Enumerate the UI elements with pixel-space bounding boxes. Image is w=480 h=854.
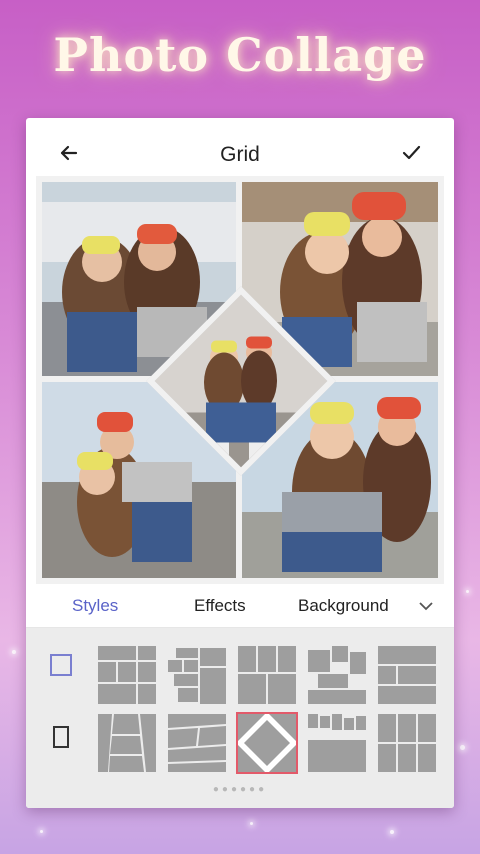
page-indicator: ●●●●●● — [212, 784, 268, 795]
tab-background[interactable]: Background — [298, 596, 389, 616]
ratio-square-button[interactable] — [50, 654, 72, 676]
layout-option[interactable] — [308, 646, 366, 704]
sparkle-decoration — [40, 830, 43, 833]
sparkle-decoration — [466, 590, 469, 593]
collage-canvas[interactable] — [36, 176, 444, 584]
sparkle-decoration — [460, 745, 465, 750]
sparkle-decoration — [390, 830, 394, 834]
layout-option[interactable] — [238, 646, 296, 704]
sparkle-decoration — [250, 822, 253, 825]
layout-option[interactable] — [168, 714, 226, 772]
app-screen: Grid Styles Effects Background ●●●●●● — [26, 118, 454, 808]
layout-option-selected[interactable] — [236, 712, 298, 774]
layout-option[interactable] — [378, 646, 436, 704]
layout-option[interactable] — [98, 714, 156, 772]
layout-option[interactable] — [308, 714, 366, 772]
sparkle-decoration — [12, 650, 16, 654]
layout-option[interactable] — [168, 646, 226, 704]
app-bar: Grid — [26, 118, 454, 178]
tab-bar: Styles Effects Background — [26, 584, 454, 628]
styles-panel: ●●●●●● — [26, 628, 454, 808]
layout-option[interactable] — [98, 646, 156, 704]
screen-title: Grid — [220, 143, 260, 166]
chevron-down-icon[interactable] — [416, 596, 436, 616]
checkmark-icon[interactable] — [396, 138, 426, 168]
tab-styles[interactable]: Styles — [72, 596, 118, 616]
promo-title: Photo Collage — [53, 28, 427, 82]
layout-option[interactable] — [378, 714, 436, 772]
tab-effects[interactable]: Effects — [194, 596, 246, 616]
collage-photo-center[interactable] — [146, 286, 336, 476]
ratio-portrait-button[interactable] — [53, 726, 69, 748]
